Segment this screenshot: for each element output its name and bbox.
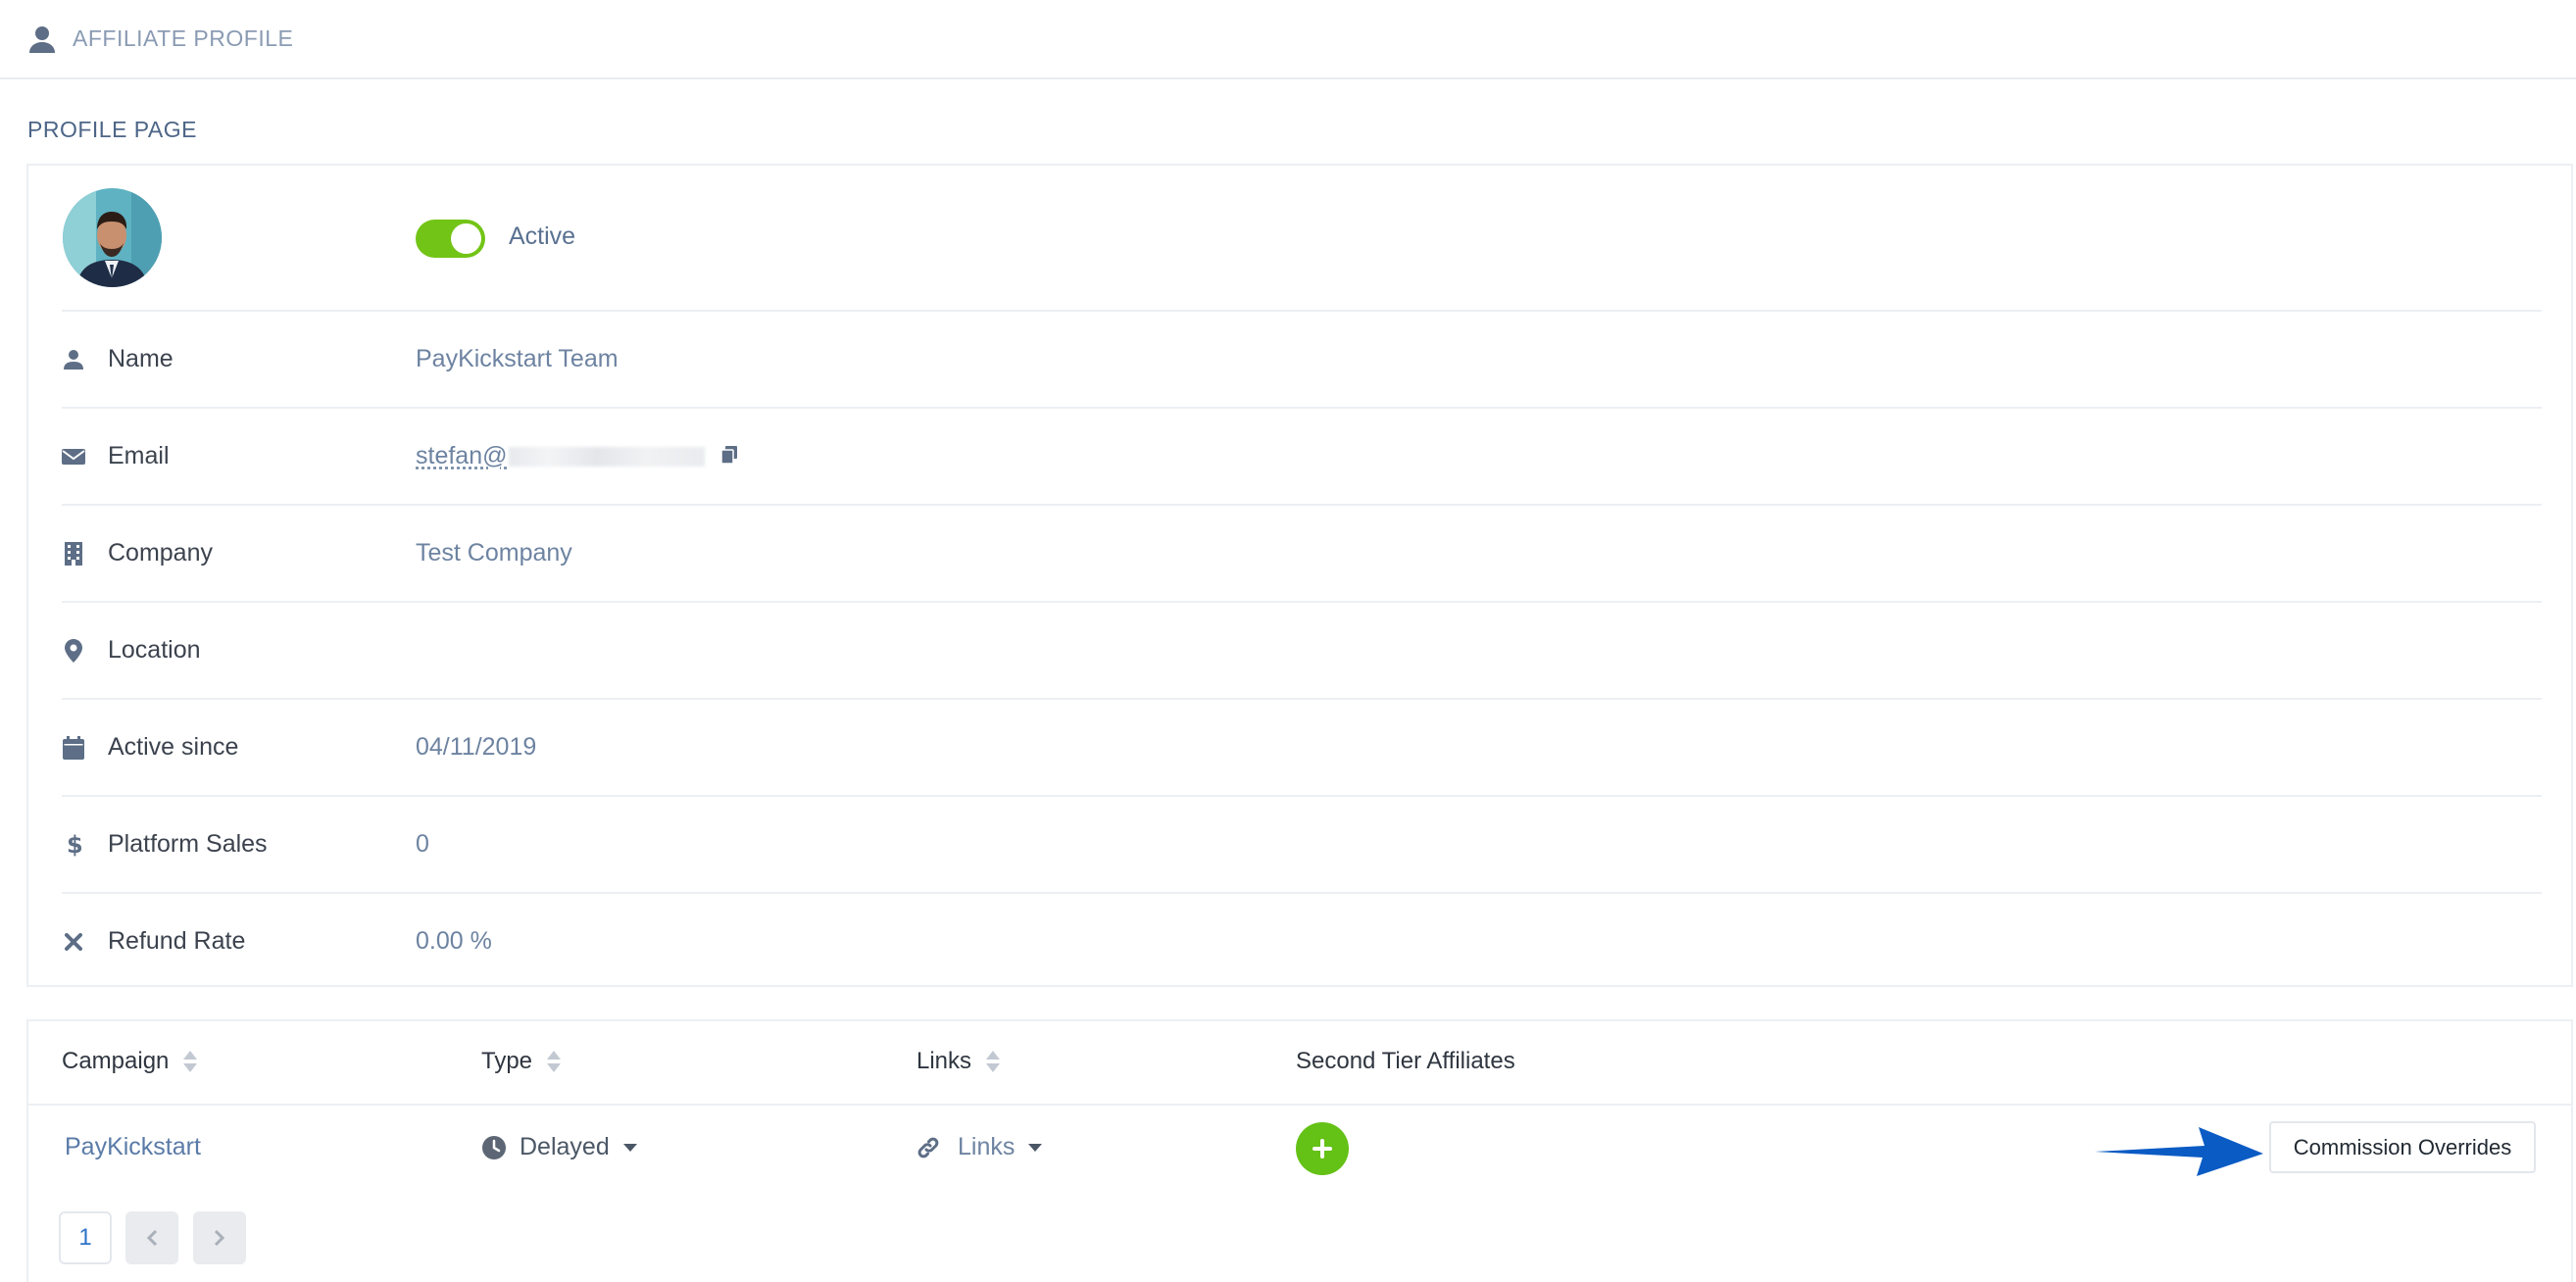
profile-row-active-since: Active since 04/11/2019 (62, 698, 2542, 795)
column-label: Links (916, 1048, 972, 1074)
campaign-link[interactable]: PayKickstart (65, 1133, 201, 1161)
column-label: Type (481, 1048, 533, 1074)
email-value-wrapper: stefan@ (416, 442, 738, 471)
type-value: Delayed (520, 1133, 610, 1160)
profile-row-company: Company Test Company (62, 504, 2542, 601)
profile-card: Active Name PayKickstart Team Email stef… (26, 164, 2573, 987)
type-dropdown[interactable]: Delayed (482, 1133, 637, 1161)
copy-icon[interactable] (720, 442, 738, 470)
pagination-page-1[interactable]: 1 (59, 1211, 112, 1264)
field-value: Test Company (416, 539, 572, 567)
user-icon (27, 25, 57, 54)
links-value: Links (958, 1133, 1016, 1160)
plus-icon (1312, 1138, 1333, 1159)
field-label: Company (108, 539, 213, 567)
add-second-tier-button[interactable] (1296, 1122, 1349, 1175)
status-label: Active (509, 222, 576, 250)
column-header-campaign[interactable]: Campaign (62, 1048, 198, 1075)
clock-icon (482, 1135, 506, 1159)
profile-row-email: Email stefan@ (62, 407, 2542, 504)
page-header-title: AFFILIATE PROFILE (73, 25, 294, 51)
building-icon (62, 541, 85, 566)
column-header-links[interactable]: Links (916, 1048, 1001, 1075)
column-header-second-tier: Second Tier Affiliates (1296, 1048, 1515, 1075)
profile-row-name: Name PayKickstart Team (62, 310, 2542, 407)
column-label: Campaign (62, 1048, 170, 1074)
column-header-type[interactable]: Type (481, 1048, 562, 1075)
profile-row-location: Location (62, 601, 2542, 698)
column-label: Second Tier Affiliates (1296, 1048, 1515, 1074)
svg-text:$: $ (67, 832, 81, 858)
sort-icon[interactable] (182, 1049, 198, 1074)
field-label: Refund Rate (108, 927, 246, 955)
envelope-icon (62, 445, 85, 468)
arrow-annotation-icon (2095, 1127, 2263, 1181)
pagination-prev-button[interactable] (125, 1211, 178, 1264)
dollar-icon: $ (62, 832, 85, 858)
chevron-down-icon (1028, 1143, 1043, 1153)
email-link[interactable]: stefan@ (416, 442, 507, 469)
top-bar: AFFILIATE PROFILE (0, 0, 2576, 79)
field-value: 04/11/2019 (416, 733, 537, 761)
table-header: Campaign Type Links Second Tier Affiliat… (28, 1021, 2571, 1106)
field-label: Active since (108, 733, 239, 761)
profile-row-refund-rate: Refund Rate 0.00 % (62, 892, 2542, 989)
field-value: 0.00 % (416, 927, 492, 955)
redacted-email (509, 446, 706, 467)
profile-header-row: Active (28, 166, 2571, 310)
field-value: PayKickstart Team (416, 345, 619, 372)
toggle-knob (451, 223, 481, 254)
links-dropdown[interactable]: Links (916, 1133, 1043, 1161)
user-icon (62, 348, 85, 371)
status-toggle[interactable] (416, 220, 485, 258)
field-value: 0 (416, 830, 429, 858)
campaign-table: Campaign Type Links Second Tier Affiliat… (26, 1019, 2573, 1282)
sort-icon[interactable] (985, 1049, 1001, 1074)
sort-icon[interactable] (546, 1049, 562, 1074)
times-icon (62, 930, 85, 954)
field-label: Location (108, 636, 201, 664)
section-title: PROFILE PAGE (27, 117, 198, 142)
pagination-next-button[interactable] (193, 1211, 246, 1264)
chevron-left-icon (146, 1229, 158, 1247)
avatar (63, 188, 162, 287)
link-icon (916, 1136, 940, 1159)
map-marker-icon (62, 638, 85, 663)
chevron-down-icon (622, 1143, 637, 1153)
field-label: Email (108, 442, 170, 469)
profile-row-platform-sales: $ Platform Sales 0 (62, 795, 2542, 892)
field-label: Name (108, 345, 173, 372)
campaign-cell: PayKickstart (65, 1133, 201, 1161)
calendar-icon (62, 735, 85, 760)
table-row: PayKickstart Delayed Links Commission Ov… (28, 1106, 2571, 1190)
commission-overrides-button[interactable]: Commission Overrides (2269, 1121, 2536, 1173)
field-label: Platform Sales (108, 830, 268, 858)
chevron-right-icon (214, 1229, 225, 1247)
